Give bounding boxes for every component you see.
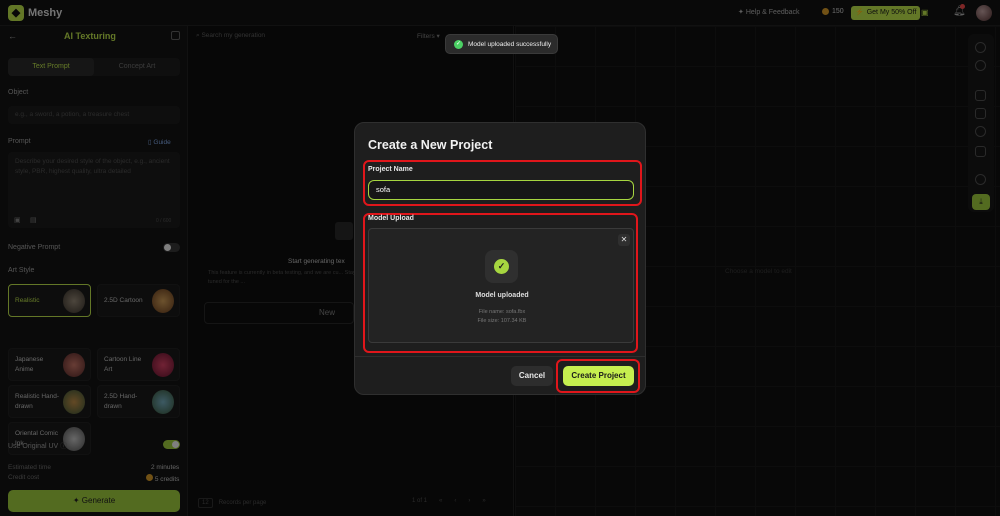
- cancel-button[interactable]: Cancel: [511, 366, 553, 386]
- upload-success-badge: ✓: [485, 250, 518, 283]
- create-project-button[interactable]: Create Project: [563, 366, 634, 386]
- toast-message: Model uploaded successfully: [468, 40, 552, 48]
- close-icon[interactable]: ✕: [618, 234, 630, 246]
- dialog-divider: [355, 356, 645, 357]
- check-circle-icon: ✓: [454, 39, 463, 49]
- create-project-dialog: Create a New Project Project Name sofa M…: [354, 122, 646, 395]
- project-name-label: Project Name: [368, 166, 413, 173]
- model-upload-label: Model Upload: [368, 215, 414, 222]
- file-size: File size: 107.34 KB: [477, 318, 527, 324]
- file-name: File name: sofa.fbx: [478, 309, 526, 315]
- project-name-input[interactable]: sofa: [368, 180, 634, 200]
- success-toast: ✓ Model uploaded successfully: [445, 34, 558, 54]
- dialog-title: Create a New Project: [368, 138, 493, 152]
- check-circle-icon: ✓: [494, 259, 509, 274]
- model-upload-dropzone[interactable]: ✕ ✓ Model uploaded File name: sofa.fbx F…: [368, 228, 634, 343]
- upload-status: Model uploaded: [475, 292, 529, 299]
